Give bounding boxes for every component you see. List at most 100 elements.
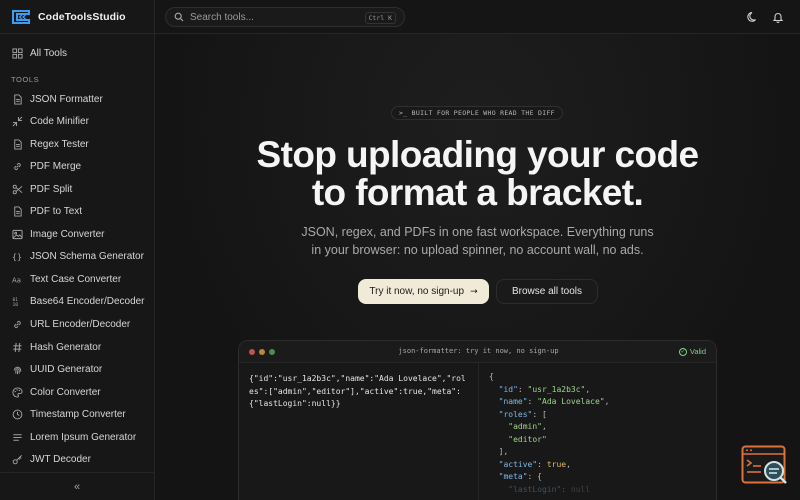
sidebar-item-label: Code Minifier [30,116,89,128]
sidebar: CodeToolsStudio All Tools TOOLS JSON For… [0,0,155,500]
help-widget-button[interactable] [741,445,789,487]
svg-text:01: 01 [12,297,18,303]
chevrons-left-icon: « [73,480,81,493]
sidebar-item-label: All Tools [30,47,68,59]
section-label: TOOLS [11,75,40,84]
sidebar-item-regex-tester[interactable]: Regex Tester [0,133,154,155]
sidebar-item-label: Hash Generator [30,341,102,353]
sidebar-item-label: PDF to Text [30,206,83,218]
json-value: "editor" [508,434,547,444]
sidebar-item-label: JSON Formatter [30,93,103,105]
sidebar-item-label: Timestamp Converter [30,409,126,421]
sidebar-item-label: Color Converter [30,386,101,398]
check-circle-icon: ✓ [678,347,687,356]
json-value: "admin" [508,422,542,431]
search-box[interactable]: Ctrl K [165,7,405,27]
sidebar-item-uuid-generator[interactable]: UUID Generator [0,359,154,381]
shortcut-hint: Ctrl K [364,12,396,24]
sidebar-item-json-schema-generator[interactable]: {} JSON Schema Generator [0,246,154,268]
browse-tools-button[interactable]: Browse all tools [496,279,598,304]
json-key: "meta" [498,472,528,481]
clock-icon [11,409,23,421]
sidebar-item-base64-encoder-decoder[interactable]: 01 10 Base64 Encoder/Decoder [0,291,154,313]
file-icon [11,206,23,218]
json-key: "lastLogin" [508,484,562,494]
sidebar-item-image-converter[interactable]: Image Converter [0,223,154,245]
json-value: null [570,484,591,494]
sidebar-item-label: Text Case Converter [30,273,122,285]
json-formatter-demo: json-formatter: try it now, no sign-up ✓… [238,340,717,500]
minimize-icon [11,116,23,128]
hash-icon [11,341,23,353]
headline-line-2: to format a bracket. [311,172,644,213]
json-key: "name" [498,397,528,406]
valid-status: ✓ Valid [678,347,706,356]
try-now-label: Try it now, no sign-up [369,286,465,297]
file-icon [11,93,23,105]
json-input-pane[interactable]: {"id":"usr_1a2b3c","name":"Ada Lovelace"… [239,363,479,500]
hero-headline: Stop uploading your code to format a bra… [155,136,800,212]
sidebar-item-label: PDF Merge [30,161,82,173]
svg-text:Aa: Aa [12,276,21,284]
sidebar-item-code-minifier[interactable]: Code Minifier [0,111,154,133]
file-icon [11,138,23,150]
try-now-button[interactable]: Try it now, no sign-up → [358,279,489,304]
sidebar-item-url-encoder-decoder[interactable]: URL Encoder/Decoder [0,314,154,336]
sidebar-item-hash-generator[interactable]: Hash Generator [0,336,154,358]
pane-divider [478,363,479,500]
subtext-line-1: JSON, regex, and PDFs in one fast worksp… [301,225,654,239]
text-case-icon: Aa [11,273,23,285]
palette-icon [11,386,23,398]
search-input[interactable] [190,11,360,23]
sidebar-item-lorem-ipsum-generator[interactable]: Lorem Ipsum Generator [0,426,154,448]
sidebar-item-label: Base64 Encoder/Decoder [30,296,145,308]
brand[interactable]: CodeToolsStudio [0,0,154,34]
sidebar-item-jwt-decoder[interactable]: JWT Decoder [0,449,154,471]
brand-name: CodeToolsStudio [38,10,126,23]
link-icon [11,319,23,331]
grid-icon [11,47,23,59]
sidebar-item-label: Regex Tester [30,138,89,150]
bell-icon [772,13,784,23]
json-key: "active" [498,459,538,469]
sidebar-item-label: UUID Generator [30,364,103,376]
sidebar-item-label: JSON Schema Generator [30,251,144,263]
json-value: "usr_1a2b3c" [527,384,586,394]
subtext-line-2: in your browser: no upload spinner, no a… [311,243,644,257]
sidebar-item-text-case-converter[interactable]: Aa Text Case Converter [0,268,154,290]
image-icon [11,228,23,240]
svg-text:{}: {} [12,252,22,262]
sidebar-item-all-tools[interactable]: All Tools [0,42,154,64]
binary-icon: 01 10 [11,296,23,308]
sidebar-item-timestamp-converter[interactable]: Timestamp Converter [0,404,154,426]
sidebar-item-label: Lorem Ipsum Generator [30,431,137,443]
sidebar-item-json-formatter[interactable]: JSON Formatter [0,88,154,110]
braces-icon: {} [11,251,23,263]
valid-label: Valid [689,347,706,356]
json-value: "Ada Lovelace" [537,397,605,406]
json-value: true [546,459,567,469]
arrow-right-icon: → [470,286,478,297]
sidebar-item-pdf-merge[interactable]: PDF Merge [0,156,154,178]
sidebar-item-label: Image Converter [30,228,105,240]
scissors-icon [11,183,23,195]
fingerprint-icon [11,364,23,376]
json-output-pane[interactable]: { "id": "usr_1a2b3c", "name": "Ada Lovel… [489,371,716,496]
theme-toggle-button[interactable] [746,10,760,24]
hero-badge: >_ BUILT FOR PEOPLE WHO READ THE DIFF [391,106,563,120]
sidebar-item-label: JWT Decoder [30,454,91,466]
topbar: Ctrl K [155,0,800,34]
sidebar-item-pdf-split[interactable]: PDF Split [0,178,154,200]
demo-title: json-formatter: try it now, no sign-up [398,347,559,355]
terminal-search-icon [741,445,787,484]
json-key: "roles" [498,409,533,419]
link-icon [11,161,23,173]
sidebar-item-pdf-to-text[interactable]: PDF to Text [0,201,154,223]
svg-text:10: 10 [12,303,18,308]
notifications-button[interactable] [771,10,785,24]
lines-icon [11,431,23,443]
sidebar-item-color-converter[interactable]: Color Converter [0,381,154,403]
collapse-sidebar-button[interactable]: « [0,472,154,500]
headline-line-1: Stop uploading your code [256,134,700,175]
brace: { [489,372,494,381]
